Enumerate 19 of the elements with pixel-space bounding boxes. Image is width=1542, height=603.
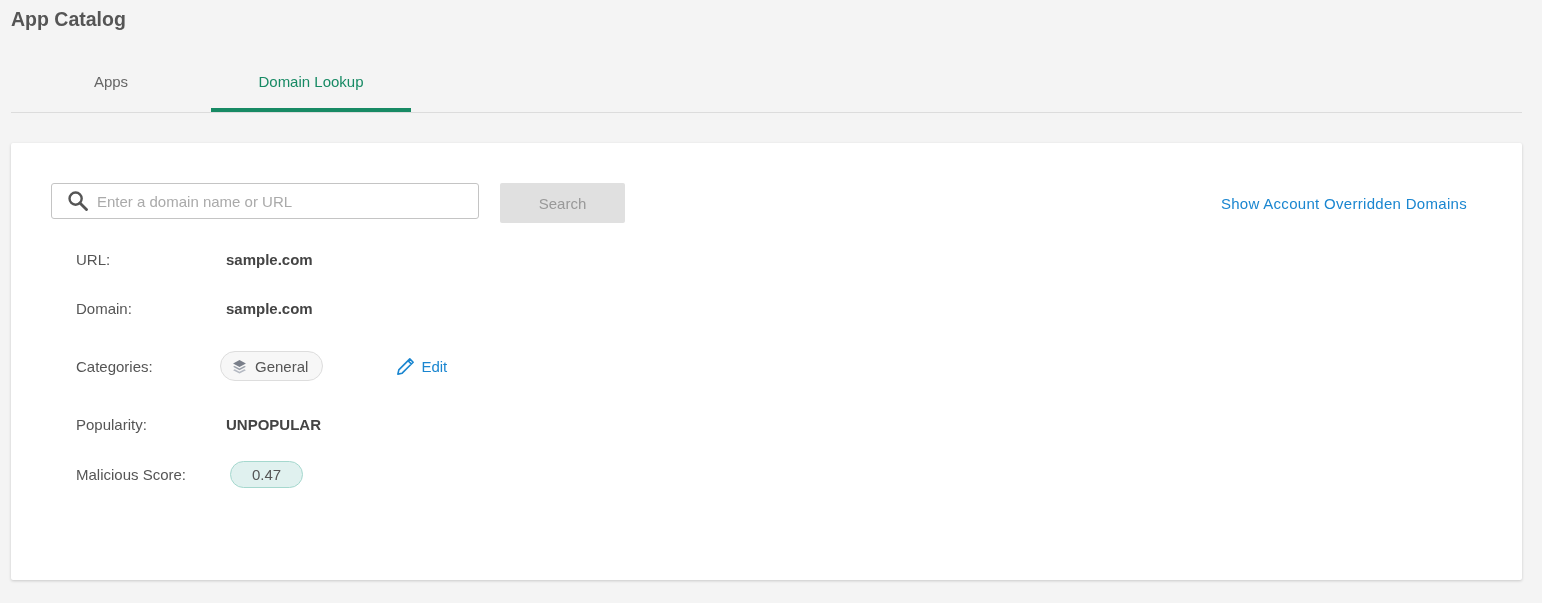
field-label: URL: [76,250,112,268]
page-title: App Catalog [11,8,126,30]
field-label: Domain: [76,299,133,317]
pencil-icon [397,357,415,375]
chip-label: General [255,357,309,375]
field-label: Popularity: [76,415,148,433]
field-label: Categories: [76,357,154,375]
layers-icon [232,358,247,374]
overridden-domains-link[interactable]: Show Account Overridden Domains [1220,194,1467,212]
score-badge: 0.47 [230,461,303,488]
search-icon [68,191,88,211]
search-field[interactable]: Enter a domain name or URL [51,183,479,219]
field-label: Malicious Score: [76,466,188,483]
tab[interactable]: Apps [11,60,211,112]
field-value: UNPOPULAR [226,415,321,433]
edit-link[interactable]: Edit [397,357,448,375]
field-value: sample.com [226,299,313,317]
tab[interactable]: Domain Lookup [211,60,411,112]
field-value: sample.com [226,250,313,268]
